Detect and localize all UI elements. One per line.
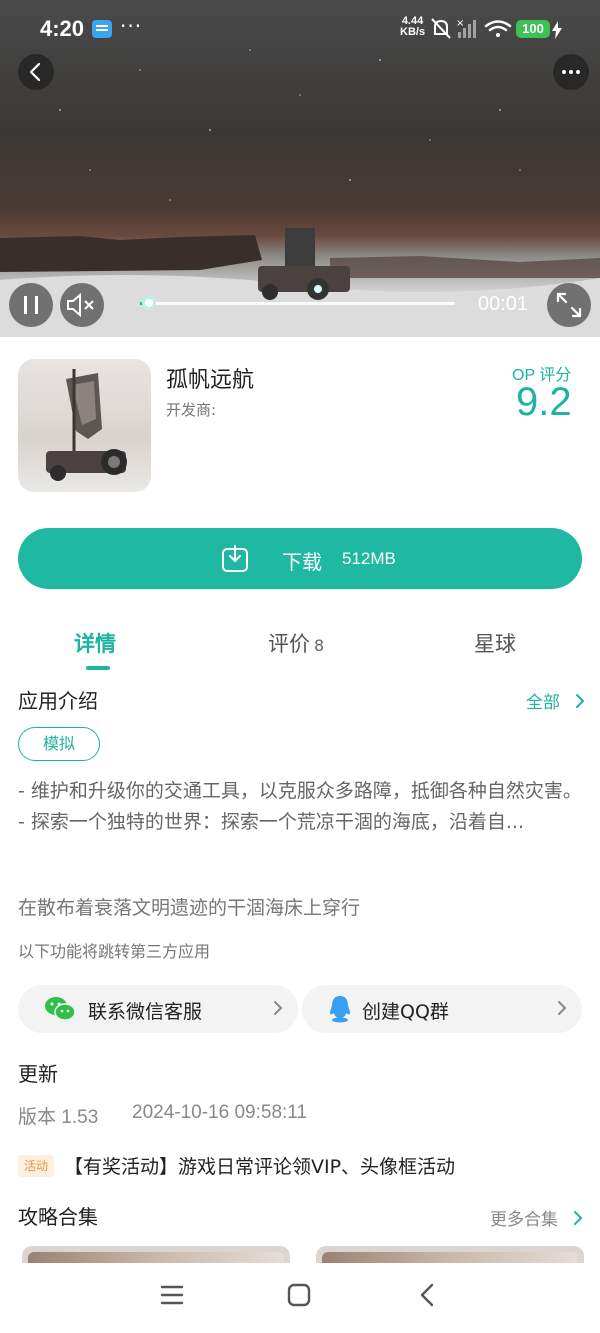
fullscreen-button[interactable] xyxy=(547,283,591,327)
category-tag[interactable]: 模拟 xyxy=(18,727,100,761)
svg-text:×: × xyxy=(456,18,464,29)
qq-icon xyxy=(330,996,350,1023)
app-icon-image xyxy=(46,369,127,481)
tab-planet[interactable]: 星球 xyxy=(474,628,516,658)
more-options-button[interactable] xyxy=(553,54,589,90)
download-button[interactable]: 下载 512MB xyxy=(18,528,582,589)
wechat-icon xyxy=(45,997,76,1021)
more-guides-link[interactable]: 更多合集 xyxy=(490,1205,585,1230)
nav-back-icon[interactable] xyxy=(416,1283,440,1307)
download-size: 512MB xyxy=(342,549,396,568)
intro-all-link[interactable]: 全部 xyxy=(526,688,587,713)
network-speed: 4.44 KB/s xyxy=(400,16,425,38)
video-player[interactable]: 4:20 ··· 4.44 KB/s × 100 00:01 xyxy=(0,0,600,337)
mail-app-icon xyxy=(92,20,112,38)
app-description: - 维护和升级你的交通工具，以克服众多路障，抵御各种自然灾害。 - 探索一个独特… xyxy=(18,776,588,838)
score-value: 9.2 xyxy=(516,380,572,424)
wifi-icon xyxy=(484,20,512,37)
more-guides-label: 更多合集 xyxy=(490,1210,558,1230)
battery-icon: 100 xyxy=(516,20,550,38)
intro-all-label: 全部 xyxy=(526,693,560,713)
app-tagline: 在散布着衰落文明遗迹的干涸海床上穿行 xyxy=(18,897,361,919)
signal-off-icon: × xyxy=(456,18,476,38)
description-line-2: - 探索一个独特的世界：探索一个荒凉干涸的海底，沿着自... xyxy=(18,811,525,833)
create-qq-group-button[interactable]: 创建QQ群 xyxy=(302,985,582,1033)
developer-label: 开发商: xyxy=(166,401,217,419)
status-bar: 4:20 ··· 4.44 KB/s × 100 xyxy=(0,0,600,60)
wechat-service-label: 联系微信客服 xyxy=(88,1001,203,1023)
fullscreen-icon xyxy=(556,292,582,318)
version-text: 版本 1.53 xyxy=(18,1107,99,1128)
pause-button[interactable] xyxy=(9,283,53,327)
update-title: 更新 xyxy=(18,1062,58,1086)
chevron-left-icon xyxy=(29,62,41,82)
status-overflow-dots: ··· xyxy=(120,14,143,38)
mute-bell-icon xyxy=(431,18,451,39)
download-label: 下载 xyxy=(282,550,322,574)
charging-icon xyxy=(552,21,562,39)
app-name: 孤帆远航 xyxy=(166,368,255,393)
chevron-right-icon xyxy=(274,1001,283,1015)
tab-details[interactable]: 详情 xyxy=(74,628,116,658)
event-badge: 活动 xyxy=(18,1155,54,1177)
app-icon xyxy=(18,359,151,492)
update-date: 2024-10-16 09:58:11 xyxy=(132,1102,308,1123)
video-current-time: 00:01 xyxy=(478,293,529,315)
intro-title: 应用介绍 xyxy=(18,689,98,713)
chevron-right-icon xyxy=(558,1001,567,1015)
chevron-right-icon xyxy=(576,694,585,708)
download-icon xyxy=(222,545,248,572)
status-time: 4:20 xyxy=(40,16,85,41)
tab-reviews[interactable]: 评价 8 xyxy=(268,628,324,658)
mute-toggle-button[interactable] xyxy=(60,283,104,327)
more-dots-icon xyxy=(562,70,580,74)
home-icon[interactable] xyxy=(287,1283,311,1307)
guides-title: 攻略合集 xyxy=(18,1205,98,1229)
wechat-service-button[interactable]: 联系微信客服 xyxy=(18,985,298,1033)
back-button[interactable] xyxy=(18,54,54,90)
status-icons: × xyxy=(431,18,512,39)
tab-reviews-count: 8 xyxy=(314,636,325,655)
recent-apps-icon[interactable] xyxy=(160,1283,184,1307)
network-speed-unit: KB/s xyxy=(400,26,426,38)
chevron-right-icon xyxy=(574,1211,583,1225)
pause-icon xyxy=(24,296,38,314)
video-progress-bar[interactable] xyxy=(140,296,455,310)
description-line-1: - 维护和升级你的交通工具，以克服众多路障，抵御各种自然灾害。 xyxy=(18,780,582,802)
create-qq-group-label: 创建QQ群 xyxy=(362,1001,449,1023)
tab-reviews-label: 评价 xyxy=(268,632,310,656)
third-party-note: 以下功能将跳转第三方应用 xyxy=(18,942,211,961)
system-nav-bar xyxy=(0,1263,600,1333)
event-link[interactable]: 【有奖活动】游戏日常评论领VIP、头像框活动 xyxy=(64,1152,455,1179)
active-tab-indicator xyxy=(86,666,110,670)
volume-muted-icon xyxy=(67,292,94,318)
